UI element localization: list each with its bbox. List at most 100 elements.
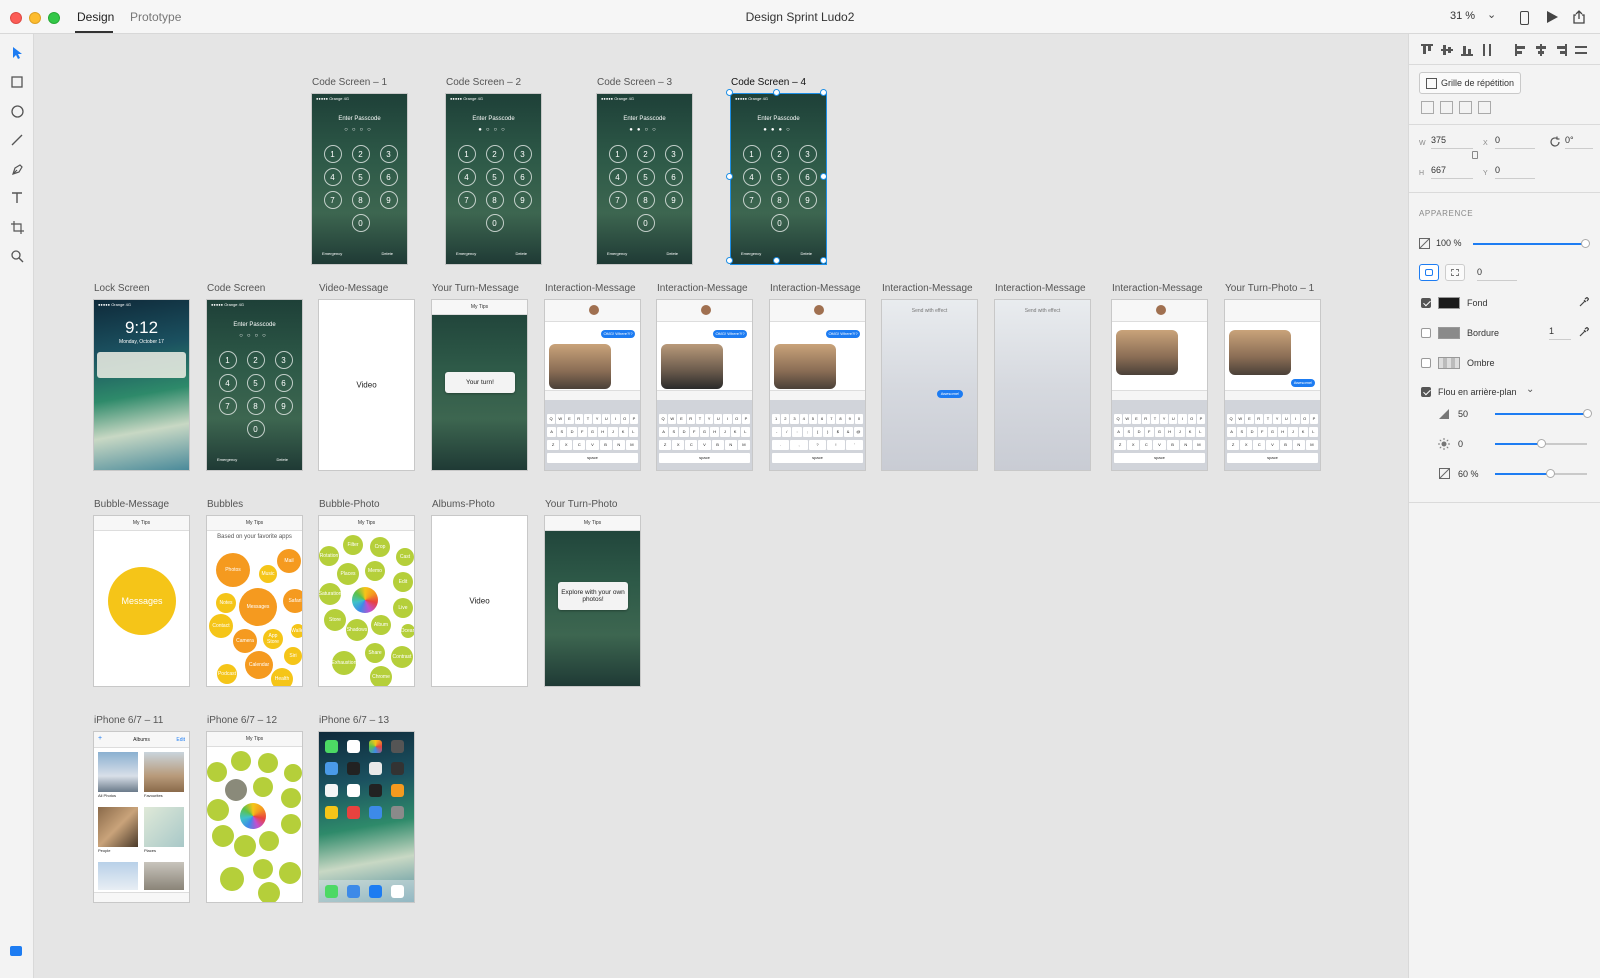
resize-handle[interactable] [773,257,780,264]
artboard-interaction-message-2[interactable]: OMG! Where?!? QWERTYUIOP ASDFGHJKL ZXCVB… [656,299,753,471]
fill-checkbox[interactable] [1421,298,1431,308]
rectangle-tool-icon[interactable] [8,73,26,91]
tab-prototype[interactable]: Prototype [130,10,181,24]
artboard-label[interactable]: iPhone 6/7 – 13 [319,715,419,726]
eyedropper-icon[interactable] [1579,327,1589,337]
corner-radius-input[interactable]: 0 [1477,267,1517,281]
align-center-icon[interactable] [1535,44,1547,56]
artboard-label[interactable]: Code Screen – 2 [446,77,546,88]
brightness-slider-knob[interactable] [1537,439,1546,448]
artboard-label[interactable]: Code Screen [207,283,307,294]
x-input[interactable]: 0 [1495,135,1535,149]
edit-button[interactable]: Edit [176,737,185,743]
eyedropper-icon[interactable] [1579,297,1589,307]
play-icon[interactable] [1547,11,1558,23]
artboard-label[interactable]: Your Turn-Photo [545,499,645,510]
blur-amount-value[interactable]: 50 [1458,409,1468,419]
boolean-subtract-icon[interactable] [1440,101,1453,114]
artboard-code-screen[interactable]: ●●●●● Orange 4G Enter Passcode ○○○○ 1234… [206,299,303,471]
maximize-window-button[interactable] [48,12,60,24]
artboard-label[interactable]: Bubbles [207,499,307,510]
lock-aspect-icon[interactable] [1472,151,1478,159]
resize-handle[interactable] [820,173,827,180]
artboard-your-turn-message[interactable]: My Tips Your turn! [431,299,528,471]
shadow-color-swatch[interactable] [1438,357,1460,369]
artboard-interaction-message-5[interactable]: Send with effect [994,299,1091,471]
artboard-label[interactable]: Interaction-Message [545,283,645,294]
artboard-albums-photo[interactable]: Video [431,515,528,687]
width-input[interactable]: 375 [1431,135,1473,149]
text-tool-icon[interactable] [8,189,26,207]
artboard-interaction-message-6[interactable]: QWERTYUIOP ASDFGHJKL ZXCVBNM space [1111,299,1208,471]
border-width-input[interactable]: 1 [1549,326,1571,340]
artboard-lock-screen[interactable]: ●●●●● Orange 4G 9:12 Monday, October 17 [93,299,190,471]
artboard-code-screen-1[interactable]: ●●●●● Orange 4G Enter Passcode ○○○○ 1234… [311,93,408,265]
rotation-input[interactable]: 0° [1565,135,1593,149]
align-right-icon[interactable] [1555,44,1567,56]
artboard-interaction-message-4[interactable]: Send with effect Awesome! [881,299,978,471]
resize-handle[interactable] [773,89,780,96]
chevron-down-icon[interactable]: ⌄ [1487,8,1496,21]
boolean-add-icon[interactable] [1421,101,1434,114]
border-checkbox[interactable] [1421,328,1431,338]
zoom-level[interactable]: 31 % [1450,10,1475,22]
background-blur-checkbox[interactable] [1421,387,1431,397]
corner-radius-uniform-button[interactable] [1419,264,1439,281]
align-left-icon[interactable] [1515,44,1527,56]
artboard-interaction-message[interactable]: OMG! Where?!? QWERTYUIOP ASDFGHJKL ZXCVB… [544,299,641,471]
feedback-icon[interactable] [10,946,22,956]
artboard-label[interactable]: iPhone 6/7 – 11 [94,715,194,726]
blur-amount-slider-knob[interactable] [1583,409,1592,418]
canvas[interactable]: Code Screen – 1 ●●●●● Orange 4G Enter Pa… [34,34,1408,978]
artboard-your-turn-photo[interactable]: My Tips Explore with your own photos! [544,515,641,687]
artboard-label-selected[interactable]: Code Screen – 4 [731,77,831,88]
artboard-label[interactable]: Bubble-Photo [319,499,419,510]
artboard-label[interactable]: Bubble-Message [94,499,194,510]
artboard-label[interactable]: Video-Message [319,283,419,294]
artboard-iphone-11[interactable]: + Albums Edit All Photos Favourites Peop… [93,731,190,903]
shadow-checkbox[interactable] [1421,358,1431,368]
artboard-code-screen-4[interactable]: ●●●●● Orange 4G Enter Passcode ●●●○ 1234… [730,93,827,265]
height-input[interactable]: 667 [1431,165,1473,179]
distribute-horizontal-icon[interactable] [1481,44,1493,56]
pen-tool-icon[interactable] [8,160,26,178]
artboard-bubble-message[interactable]: My Tips Messages [93,515,190,687]
artboard-bubbles[interactable]: My Tips Based on your favorite apps Phot… [206,515,303,687]
artboard-label[interactable]: Albums-Photo [432,499,532,510]
artboard-label[interactable]: Interaction-Message [657,283,757,294]
close-window-button[interactable] [10,12,22,24]
artboard-your-turn-photo-1[interactable]: Awesome! QWERTYUIOP ASDFGHJKL ZXCVBNM sp… [1224,299,1321,471]
artboard-label[interactable]: Code Screen – 1 [312,77,412,88]
boolean-intersect-icon[interactable] [1459,101,1472,114]
ellipse-tool-icon[interactable] [8,102,26,120]
artboard-label[interactable]: Interaction-Message [882,283,982,294]
minimize-window-button[interactable] [29,12,41,24]
align-top-icon[interactable] [1421,44,1433,56]
artboard-code-screen-2[interactable]: ●●●●● Orange 4G Enter Passcode ●○○○ 1234… [445,93,542,265]
artboard-label[interactable]: Lock Screen [94,283,194,294]
artboard-video-message[interactable]: Video [318,299,415,471]
resize-handle[interactable] [726,173,733,180]
artboard-label[interactable]: Code Screen – 3 [597,77,697,88]
resize-handle[interactable] [820,257,827,264]
artboard-interaction-message-3[interactable]: OMG! Where?!? 1234567890 - /:;() $ & @ .,?! '… [769,299,866,471]
select-tool-icon[interactable] [8,44,26,62]
boolean-exclude-icon[interactable] [1478,101,1491,114]
artboard-tool-icon[interactable] [8,218,26,236]
resize-handle[interactable] [726,89,733,96]
artboard-label[interactable]: Your Turn-Photo – 1 [1225,283,1325,294]
artboard-iphone-12[interactable]: My Tips [206,731,303,903]
zoom-tool-icon[interactable] [8,247,26,265]
repeat-grid-button[interactable]: Grille de répétition [1419,72,1521,94]
artboard-label[interactable]: Interaction-Message [995,283,1095,294]
effect-opacity-slider-knob[interactable] [1546,469,1555,478]
align-middle-icon[interactable] [1441,44,1453,56]
artboard-label[interactable]: Interaction-Message [1112,283,1212,294]
artboard-label[interactable]: iPhone 6/7 – 12 [207,715,307,726]
artboard-label[interactable]: Interaction-Message [770,283,870,294]
align-bottom-icon[interactable] [1461,44,1473,56]
brightness-value[interactable]: 0 [1458,439,1463,449]
opacity-slider-knob[interactable] [1581,239,1590,248]
artboard-code-screen-3[interactable]: ●●●●● Orange 4G Enter Passcode ●●○○ 1234… [596,93,693,265]
opacity-value[interactable]: 100 % [1436,238,1462,248]
